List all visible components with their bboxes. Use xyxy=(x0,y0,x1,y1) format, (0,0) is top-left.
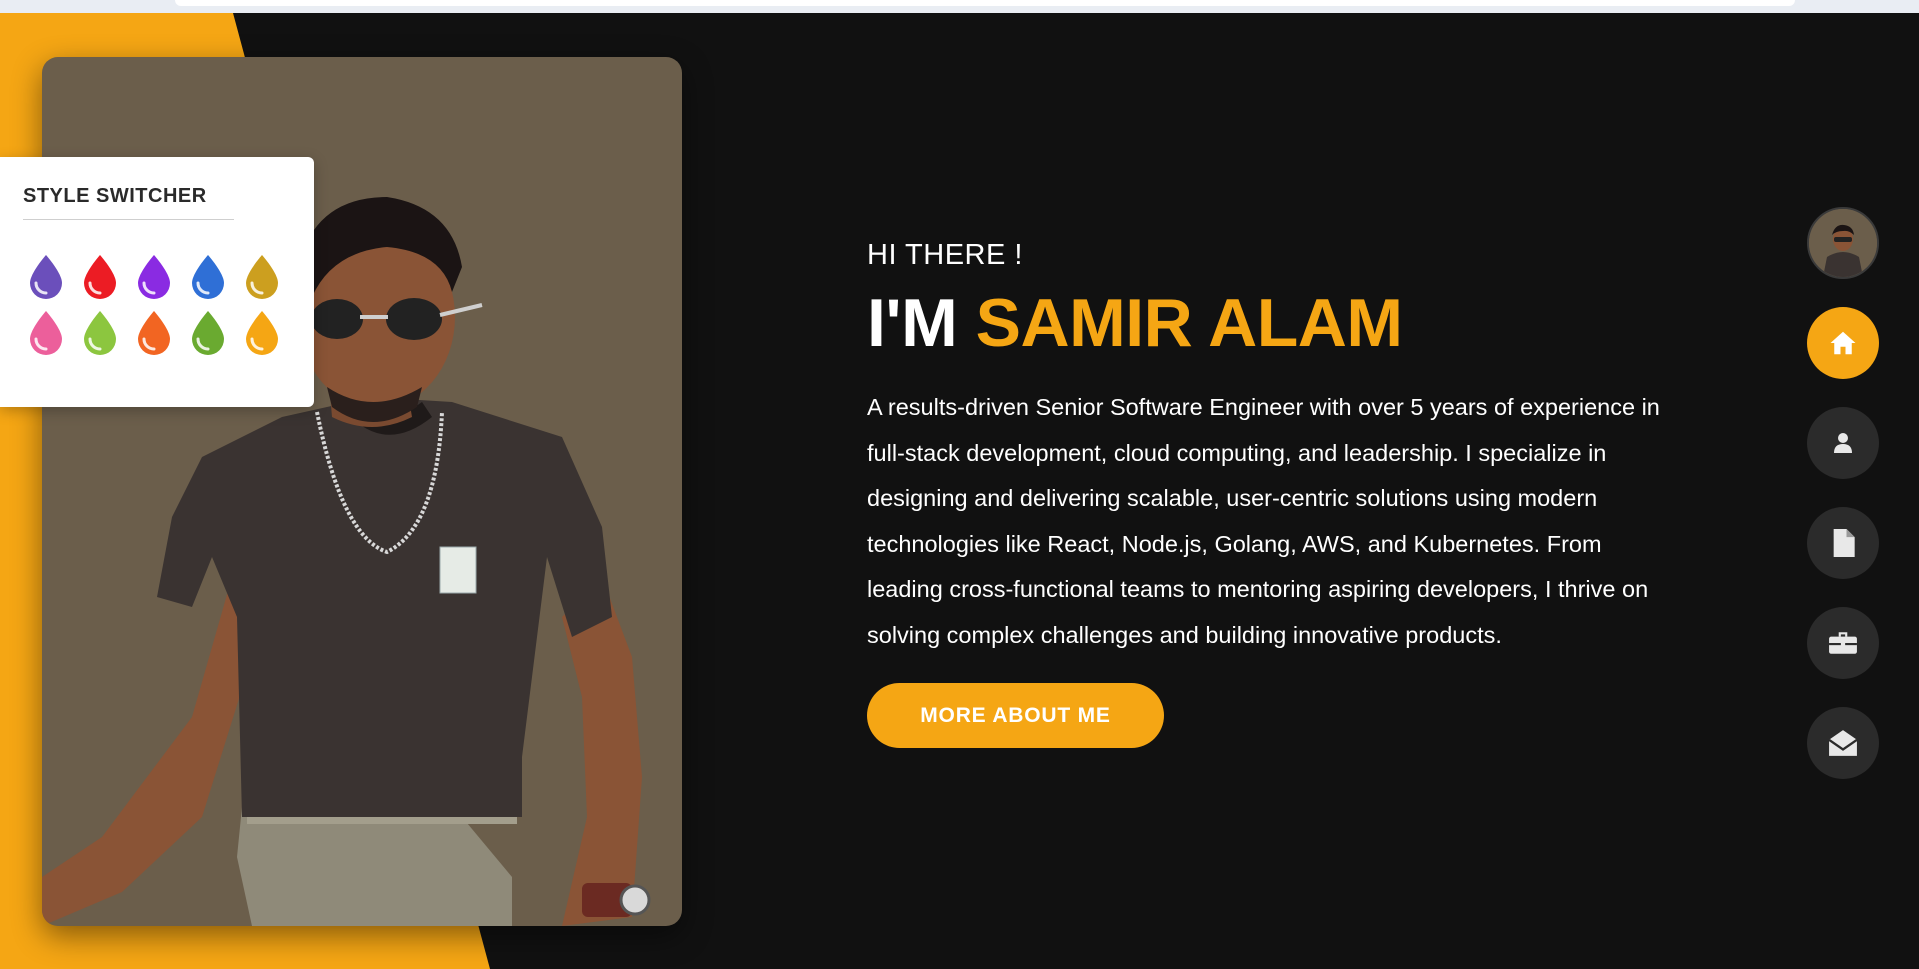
color-swatch-5[interactable] xyxy=(242,253,282,299)
home-icon xyxy=(1830,331,1856,355)
color-swatch-3[interactable] xyxy=(134,253,174,299)
color-swatch-8[interactable] xyxy=(134,309,174,355)
style-switcher-panel: STYLE SWITCHER xyxy=(0,157,314,407)
style-switcher-title: STYLE SWITCHER xyxy=(23,185,207,207)
color-swatch-4[interactable] xyxy=(188,253,228,299)
color-swatch-6[interactable] xyxy=(26,309,66,355)
color-swatch-2[interactable] xyxy=(80,253,120,299)
more-about-me-button[interactable]: MORE ABOUT ME xyxy=(867,683,1164,748)
hero-content: HI THERE ! I'M SAMIR ALAM A results-driv… xyxy=(867,235,1667,658)
nav-avatar[interactable] xyxy=(1807,207,1879,279)
hero-name: SAMIR ALAM xyxy=(975,285,1403,361)
color-swatch-1[interactable] xyxy=(26,253,66,299)
color-swatch-9[interactable] xyxy=(188,309,228,355)
hero-heading: I'M SAMIR ALAM xyxy=(867,283,1667,363)
color-swatch-7[interactable] xyxy=(80,309,120,355)
color-swatch-10[interactable] xyxy=(242,309,282,355)
style-switcher-divider xyxy=(23,219,234,220)
briefcase-icon xyxy=(1829,632,1857,654)
nav-about[interactable] xyxy=(1807,407,1879,479)
nav-resume[interactable] xyxy=(1807,507,1879,579)
browser-top-strip-inner xyxy=(175,0,1795,6)
nav-contact[interactable] xyxy=(1807,707,1879,779)
user-icon xyxy=(1834,433,1852,453)
mail-open-icon xyxy=(1828,730,1858,756)
hero-intro: I'M xyxy=(867,285,958,361)
nav-home[interactable] xyxy=(1807,307,1879,379)
nav-portfolio[interactable] xyxy=(1807,607,1879,679)
document-icon xyxy=(1833,529,1855,557)
hero-bio: A results-driven Senior Software Enginee… xyxy=(867,394,1660,648)
browser-top-strip xyxy=(0,0,1919,13)
color-swatch-grid xyxy=(26,253,286,355)
avatar-icon xyxy=(1809,209,1877,277)
hero-greeting: HI THERE ! xyxy=(867,239,1023,271)
